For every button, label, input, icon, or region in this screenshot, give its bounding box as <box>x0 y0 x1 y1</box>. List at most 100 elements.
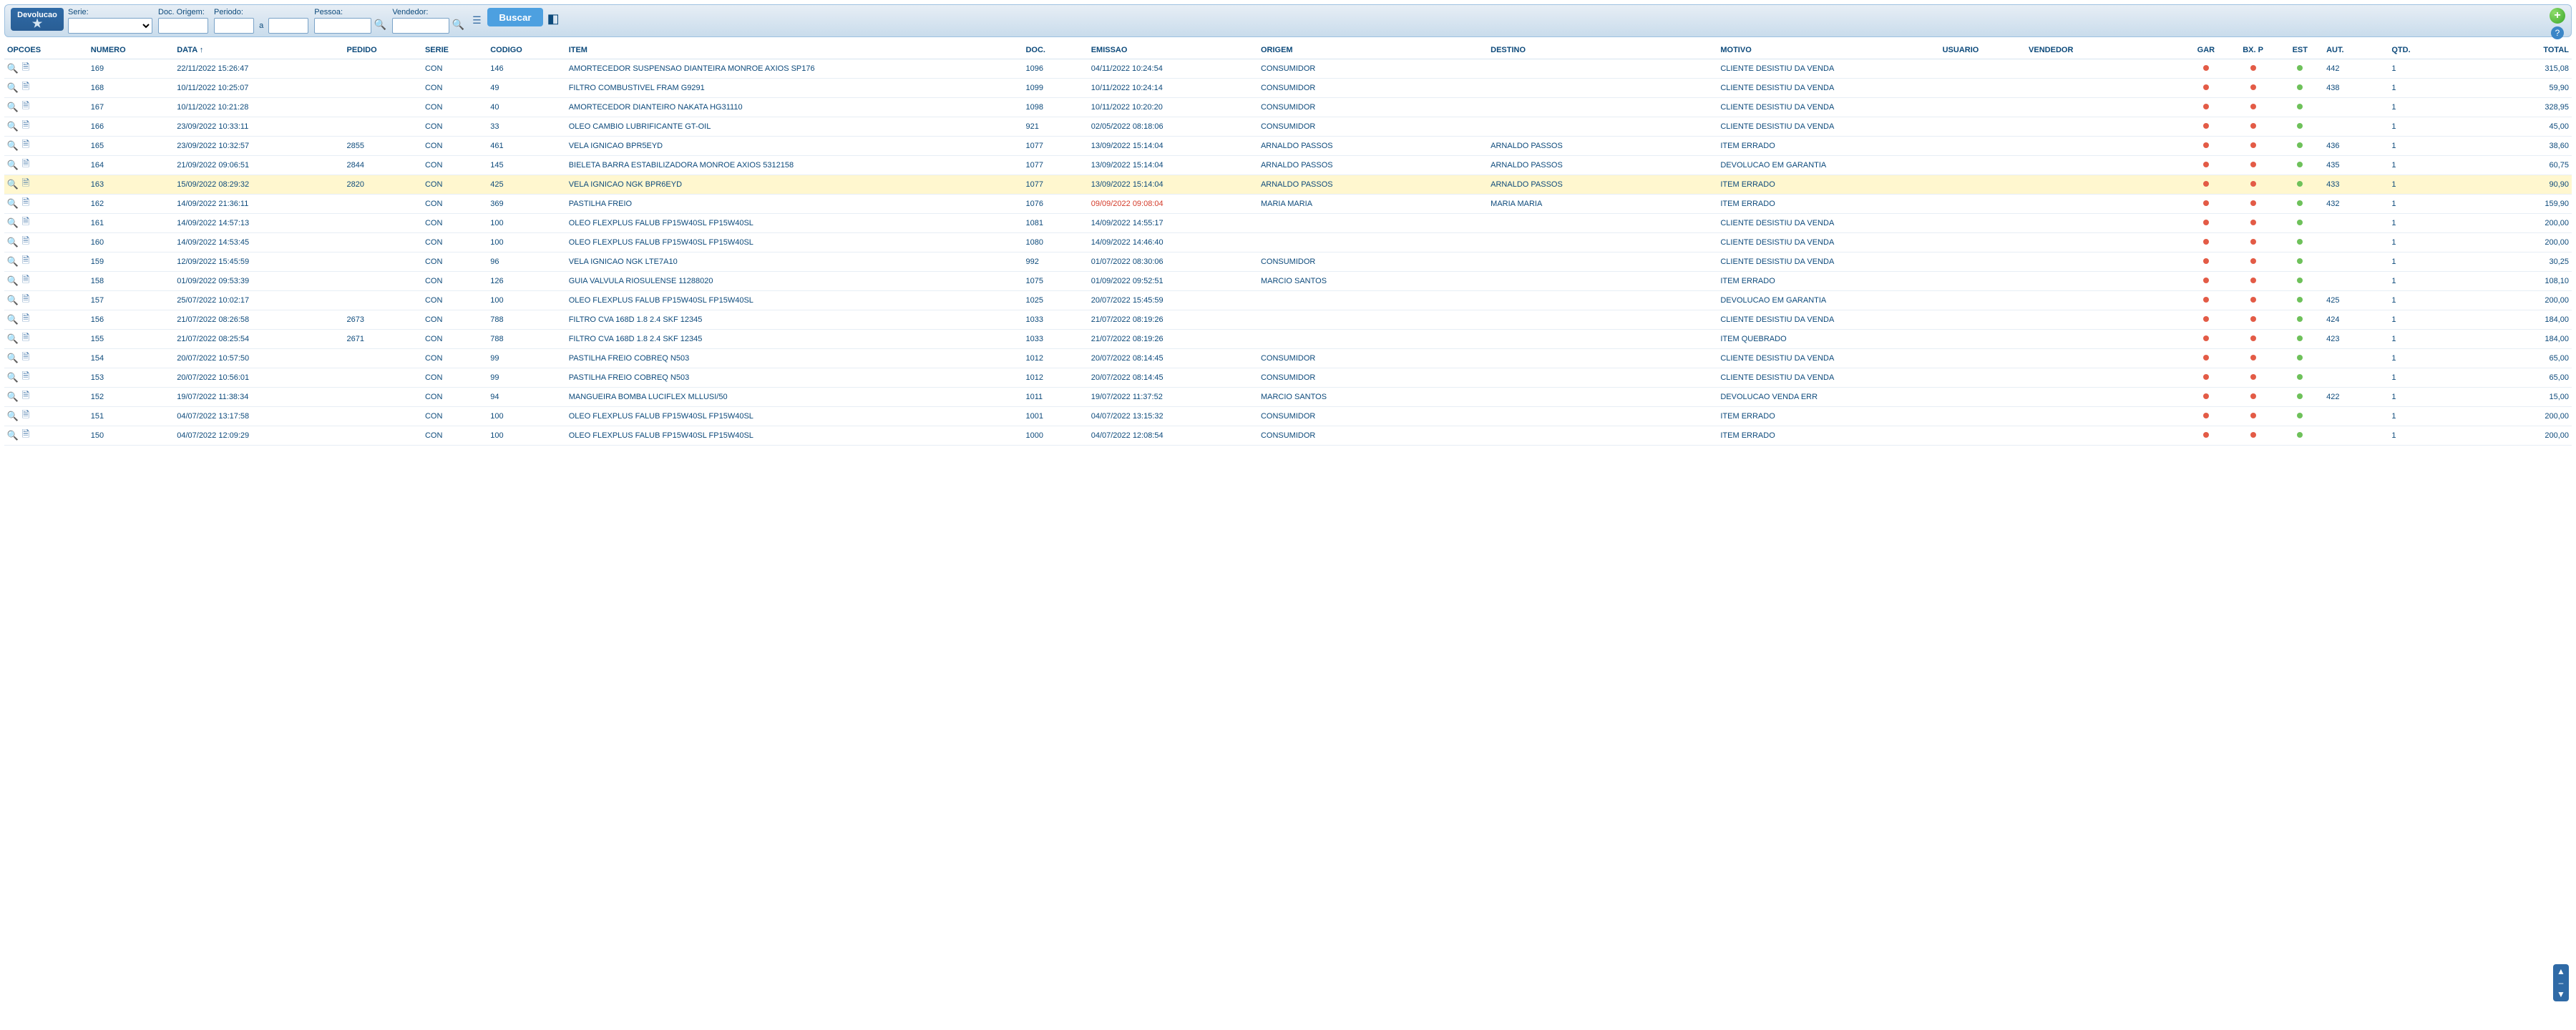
row-view-icon[interactable]: 🔍 <box>7 102 19 113</box>
table-row[interactable]: 🔍🗎15725/07/2022 10:02:17CON100OLEO FLEXP… <box>4 291 2572 310</box>
col-vendedor[interactable]: VENDEDOR <box>2026 41 2182 59</box>
table-row[interactable]: 🔍🗎15521/07/2022 08:25:542671CON788FILTRO… <box>4 330 2572 349</box>
row-doc-icon[interactable]: 🗎 <box>20 237 31 248</box>
col-serie[interactable]: SERIE <box>422 41 487 59</box>
help-button[interactable]: ? <box>2551 26 2564 39</box>
col-opcoes[interactable]: OPCOES <box>4 41 88 59</box>
col-destino[interactable]: DESTINO <box>1488 41 1717 59</box>
table-row[interactable]: 🔍🗎16810/11/2022 10:25:07CON49FILTRO COMB… <box>4 79 2572 98</box>
table-row[interactable]: 🔍🗎15420/07/2022 10:57:50CON99PASTILHA FR… <box>4 349 2572 368</box>
cell-est <box>2276 388 2323 407</box>
col-pedido[interactable]: PEDIDO <box>343 41 421 59</box>
cell-opcoes: 🔍🗎 <box>4 195 88 214</box>
clear-icon[interactable]: ◧ <box>547 11 560 26</box>
row-view-icon[interactable]: 🔍 <box>7 179 19 190</box>
col-item[interactable]: ITEM <box>566 41 1023 59</box>
pessoa-lookup-icon[interactable]: 🔍 <box>374 19 386 31</box>
star-icon[interactable]: ★ <box>12 19 62 29</box>
row-view-icon[interactable]: 🔍 <box>7 353 19 364</box>
row-doc-icon[interactable]: 🗎 <box>20 256 31 268</box>
col-gar[interactable]: GAR <box>2182 41 2230 59</box>
table-row[interactable]: 🔍🗎15912/09/2022 15:45:59CON96VELA IGNICA… <box>4 252 2572 272</box>
col-total[interactable]: TOTAL <box>2454 41 2572 59</box>
row-doc-icon[interactable]: 🗎 <box>20 121 31 132</box>
row-doc-icon[interactable]: 🗎 <box>20 102 31 113</box>
row-doc-icon[interactable]: 🗎 <box>20 140 31 152</box>
table-row[interactable]: 🔍🗎16014/09/2022 14:53:45CON100OLEO FLEXP… <box>4 233 2572 252</box>
row-doc-icon[interactable]: 🗎 <box>20 63 31 74</box>
table-row[interactable]: 🔍🗎16623/09/2022 10:33:11CON33OLEO CAMBIO… <box>4 117 2572 137</box>
row-doc-icon[interactable]: 🗎 <box>20 411 31 422</box>
row-view-icon[interactable]: 🔍 <box>7 391 19 403</box>
row-view-icon[interactable]: 🔍 <box>7 140 19 152</box>
doc-origem-input[interactable] <box>158 18 208 34</box>
row-view-icon[interactable]: 🔍 <box>7 160 19 171</box>
row-doc-icon[interactable]: 🗎 <box>20 160 31 171</box>
zoom-down-icon[interactable]: ▼ <box>2557 989 2565 1000</box>
row-view-icon[interactable]: 🔍 <box>7 430 19 441</box>
row-view-icon[interactable]: 🔍 <box>7 82 19 94</box>
row-doc-icon[interactable]: 🗎 <box>20 391 31 403</box>
bxp-status-icon <box>2250 432 2256 438</box>
col-qtd[interactable]: QTD. <box>2389 41 2454 59</box>
col-origem[interactable]: ORIGEM <box>1258 41 1488 59</box>
col-emissao[interactable]: EMISSAO <box>1088 41 1258 59</box>
row-doc-icon[interactable]: 🗎 <box>20 372 31 383</box>
advanced-filter-icon[interactable]: ☰ <box>470 14 483 26</box>
table-row[interactable]: 🔍🗎15219/07/2022 11:38:34CON94MANGUEIRA B… <box>4 388 2572 407</box>
row-doc-icon[interactable]: 🗎 <box>20 275 31 287</box>
row-view-icon[interactable]: 🔍 <box>7 121 19 132</box>
table-row[interactable]: 🔍🗎15621/07/2022 08:26:582673CON788FILTRO… <box>4 310 2572 330</box>
buscar-button[interactable]: Buscar <box>487 8 542 26</box>
col-doc[interactable]: DOC. <box>1023 41 1088 59</box>
col-usuario[interactable]: USUARIO <box>1940 41 2026 59</box>
add-button[interactable]: + <box>2550 8 2565 24</box>
serie-select[interactable] <box>68 18 152 34</box>
table-row[interactable]: 🔍🗎16214/09/2022 21:36:11CON369PASTILHA F… <box>4 195 2572 214</box>
table-row[interactable]: 🔍🗎16421/09/2022 09:06:512844CON145BIELET… <box>4 156 2572 175</box>
col-bxp[interactable]: BX. P <box>2230 41 2277 59</box>
row-view-icon[interactable]: 🔍 <box>7 372 19 383</box>
table-row[interactable]: 🔍🗎16114/09/2022 14:57:13CON100OLEO FLEXP… <box>4 214 2572 233</box>
table-row[interactable]: 🔍🗎16710/11/2022 10:21:28CON40AMORTECEDOR… <box>4 98 2572 117</box>
row-doc-icon[interactable]: 🗎 <box>20 198 31 210</box>
col-motivo[interactable]: MOTIVO <box>1717 41 1939 59</box>
table-row[interactable]: 🔍🗎15320/07/2022 10:56:01CON99PASTILHA FR… <box>4 368 2572 388</box>
row-view-icon[interactable]: 🔍 <box>7 314 19 325</box>
row-view-icon[interactable]: 🔍 <box>7 63 19 74</box>
periodo-to-input[interactable] <box>268 18 308 34</box>
row-view-icon[interactable]: 🔍 <box>7 333 19 345</box>
vendedor-input[interactable] <box>392 18 449 34</box>
zoom-reset-icon[interactable]: – <box>2559 977 2564 989</box>
pessoa-input[interactable] <box>314 18 371 34</box>
table-row[interactable]: 🔍🗎15004/07/2022 12:09:29CON100OLEO FLEXP… <box>4 426 2572 446</box>
col-aut[interactable]: AUT. <box>2323 41 2389 59</box>
row-view-icon[interactable]: 🔍 <box>7 256 19 268</box>
row-doc-icon[interactable]: 🗎 <box>20 333 31 345</box>
table-row[interactable]: 🔍🗎15104/07/2022 13:17:58CON100OLEO FLEXP… <box>4 407 2572 426</box>
row-doc-icon[interactable]: 🗎 <box>20 430 31 441</box>
col-numero[interactable]: NUMERO <box>88 41 174 59</box>
table-row[interactable]: 🔍🗎15801/09/2022 09:53:39CON126GUIA VALVU… <box>4 272 2572 291</box>
row-view-icon[interactable]: 🔍 <box>7 295 19 306</box>
row-view-icon[interactable]: 🔍 <box>7 411 19 422</box>
zoom-up-icon[interactable]: ▲ <box>2557 966 2565 977</box>
row-view-icon[interactable]: 🔍 <box>7 237 19 248</box>
periodo-from-input[interactable] <box>214 18 254 34</box>
row-doc-icon[interactable]: 🗎 <box>20 314 31 325</box>
row-doc-icon[interactable]: 🗎 <box>20 179 31 190</box>
row-doc-icon[interactable]: 🗎 <box>20 82 31 94</box>
row-view-icon[interactable]: 🔍 <box>7 217 19 229</box>
col-est[interactable]: EST <box>2276 41 2323 59</box>
table-row[interactable]: 🔍🗎16922/11/2022 15:26:47CON146AMORTECEDO… <box>4 59 2572 79</box>
row-doc-icon[interactable]: 🗎 <box>20 217 31 229</box>
table-row[interactable]: 🔍🗎16523/09/2022 10:32:572855CON461VELA I… <box>4 137 2572 156</box>
row-view-icon[interactable]: 🔍 <box>7 198 19 210</box>
row-view-icon[interactable]: 🔍 <box>7 275 19 287</box>
col-data[interactable]: DATA ↑ <box>174 41 343 59</box>
col-codigo[interactable]: CODIGO <box>487 41 565 59</box>
row-doc-icon[interactable]: 🗎 <box>20 295 31 306</box>
vendedor-lookup-icon[interactable]: 🔍 <box>452 19 464 31</box>
table-row[interactable]: 🔍🗎16315/09/2022 08:29:322820CON425VELA I… <box>4 175 2572 195</box>
row-doc-icon[interactable]: 🗎 <box>20 353 31 364</box>
